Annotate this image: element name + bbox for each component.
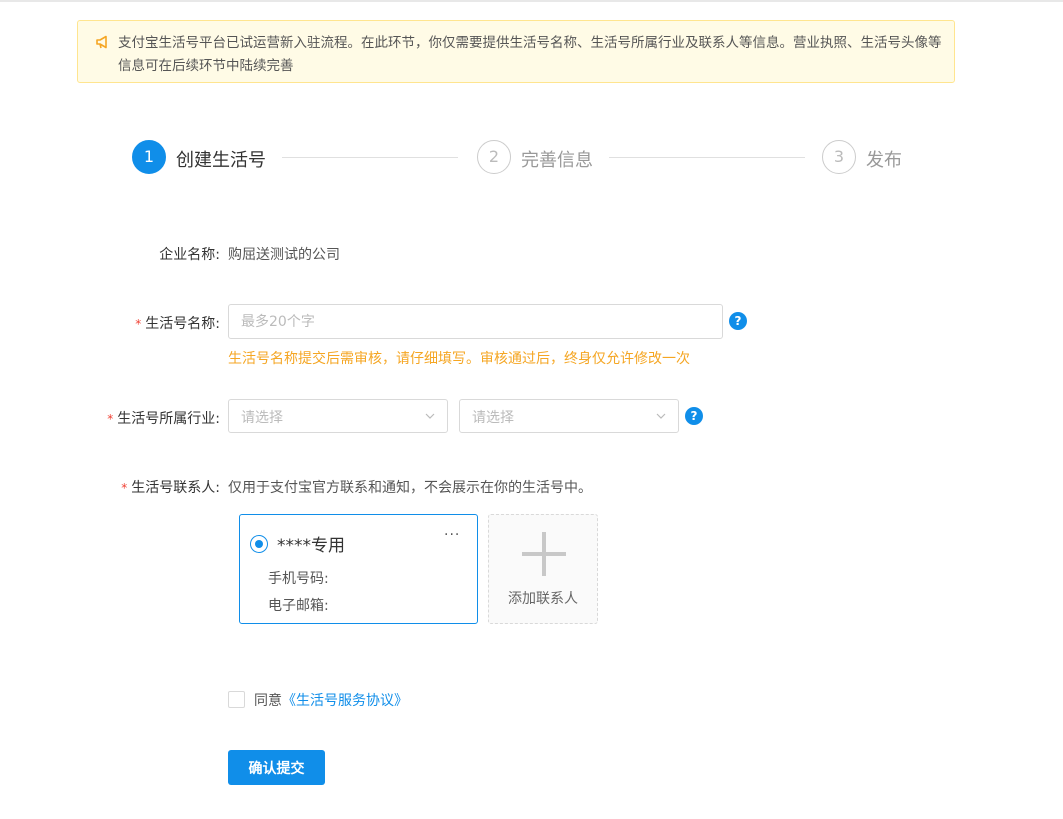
contact-radio[interactable] (250, 535, 268, 553)
add-contact-label: 添加联系人 (508, 591, 578, 607)
contact-description: 仅用于支付宝官方联系和通知，不会展示在你的生活号中。 (228, 480, 592, 496)
service-agreement-link[interactable]: 《生活号服务协议》 (282, 693, 408, 709)
contact-phone-label: 手机号码: (268, 571, 329, 587)
plus-icon (522, 532, 566, 576)
notice-banner: 支付宝生活号平台已试运营新入驻流程。在此环节，你仅需要提供生活号名称、生活号所属… (77, 20, 955, 83)
step-connector (282, 157, 458, 158)
industry-help-icon[interactable]: ? (685, 407, 703, 425)
contact-name: ****专用 (277, 536, 345, 556)
top-divider (0, 0, 1063, 2)
step-1-label: 创建生活号 (176, 150, 266, 171)
more-icon[interactable]: ··· (444, 527, 460, 543)
megaphone-icon (96, 35, 107, 49)
company-name-value: 购屈送测试的公司 (228, 247, 340, 263)
step-3-number: 3 (822, 140, 856, 174)
industry-select-primary[interactable]: 请选择 (228, 399, 448, 433)
required-mark: * (135, 317, 142, 331)
chevron-down-icon (425, 413, 435, 419)
agreement-prefix: 同意 (254, 693, 282, 709)
required-mark: * (107, 412, 114, 426)
step-2-label: 完善信息 (521, 150, 593, 171)
account-name-help-icon[interactable]: ? (729, 312, 747, 330)
notice-text: 支付宝生活号平台已试运营新入驻流程。在此环节，你仅需要提供生活号名称、生活号所属… (118, 35, 942, 74)
contact-card[interactable]: ****专用 ··· 手机号码: 电子邮箱: (239, 514, 478, 624)
industry-select-secondary-value: 请选择 (472, 410, 514, 426)
contact-email-label: 电子邮箱: (268, 598, 329, 614)
account-name-hint: 生活号名称提交后需审核，请仔细填写。审核通过后，终身仅允许修改一次 (228, 351, 690, 367)
contact-label: * 生活号联系人: (121, 477, 220, 497)
account-name-input[interactable] (228, 304, 723, 339)
add-contact-button[interactable]: 添加联系人 (488, 514, 598, 624)
account-name-label: * 生活号名称: (135, 313, 220, 333)
industry-select-primary-value: 请选择 (241, 410, 283, 426)
industry-label: * 生活号所属行业: (107, 408, 220, 428)
company-name-label: 企业名称: (159, 247, 220, 263)
chevron-down-icon (656, 413, 666, 419)
step-2-number: 2 (477, 140, 511, 174)
radio-dot (255, 540, 263, 548)
account-name-label-text: 生活号名称: (145, 316, 220, 332)
industry-label-text: 生活号所属行业: (117, 411, 220, 427)
contact-label-text: 生活号联系人: (131, 480, 220, 496)
agreement-text: 同意《生活号服务协议》 (254, 690, 408, 710)
industry-select-secondary[interactable]: 请选择 (459, 399, 679, 433)
agreement-checkbox[interactable] (228, 691, 245, 708)
step-3-label: 发布 (866, 150, 902, 171)
step-connector (609, 157, 805, 158)
step-1-number: 1 (132, 140, 166, 174)
required-mark: * (121, 481, 128, 495)
submit-button[interactable]: 确认提交 (228, 750, 325, 785)
